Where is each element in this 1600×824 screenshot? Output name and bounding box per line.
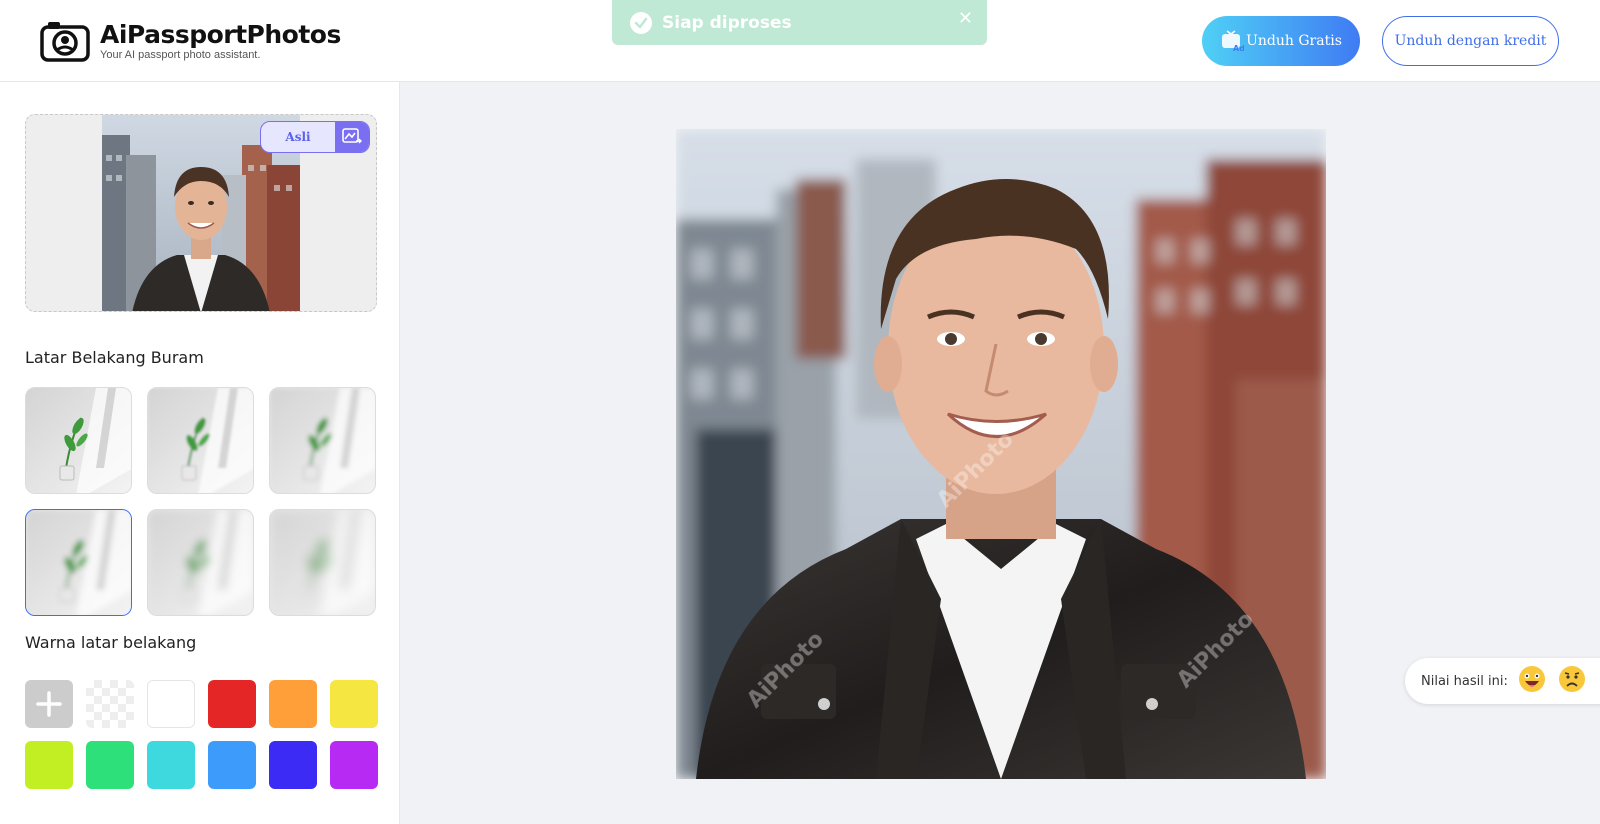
original-photo-box[interactable]: Asli	[25, 114, 377, 312]
original-toggle-label: Asli	[285, 130, 311, 144]
preview-image: AiPhoto AiPhoto AiPhoto	[676, 129, 1326, 779]
download-free-label: Unduh Gratis	[1246, 33, 1342, 49]
sad-face-icon[interactable]	[1558, 665, 1586, 697]
svg-text:Ad: Ad	[1233, 44, 1244, 53]
color-swatch[interactable]	[147, 741, 195, 789]
blur-option-6[interactable]	[269, 509, 376, 616]
rating-label: Nilai hasil ini:	[1421, 673, 1508, 689]
color-swatch[interactable]	[208, 680, 256, 728]
color-swatch[interactable]	[330, 680, 378, 728]
download-credit-button[interactable]: Unduh dengan kredit	[1382, 16, 1559, 66]
top-header: AiPassportPhotos Your AI passport photo …	[0, 0, 1600, 82]
check-circle-icon	[630, 11, 652, 34]
close-icon[interactable]: ✕	[958, 8, 973, 29]
blur-option-1[interactable]	[25, 387, 132, 494]
color-swatch[interactable]	[25, 741, 73, 789]
blur-option-2[interactable]	[147, 387, 254, 494]
brand-subtitle: Your AI passport photo assistant.	[100, 49, 261, 61]
toast-message: Siap diproses	[662, 12, 792, 33]
original-toggle[interactable]: Asli	[260, 121, 370, 153]
color-swatch[interactable]	[269, 741, 317, 789]
color-swatch[interactable]	[330, 741, 378, 789]
download-credit-label: Unduh dengan kredit	[1394, 33, 1547, 49]
status-toast: Siap diproses ✕	[612, 0, 987, 45]
color-section-title: Warna latar belakang	[25, 633, 197, 652]
color-swatch[interactable]	[269, 680, 317, 728]
ad-tv-icon: Ad	[1222, 30, 1244, 53]
happy-face-icon[interactable]	[1518, 665, 1546, 697]
color-swatch[interactable]	[86, 741, 134, 789]
blur-option-3[interactable]	[269, 387, 376, 494]
brand-title: AiPassportPhotos	[100, 20, 341, 49]
custom-color-plus-icon[interactable]	[25, 680, 73, 728]
compare-image-icon[interactable]	[335, 122, 369, 152]
sidebar: Asli Latar Belakang Buram Warna latar be…	[0, 82, 400, 824]
blur-option-5[interactable]	[147, 509, 254, 616]
blur-section-title: Latar Belakang Buram	[25, 348, 204, 367]
blur-option-4[interactable]	[25, 509, 132, 616]
download-free-button[interactable]: Ad Unduh Gratis	[1202, 16, 1360, 66]
camera-icon	[40, 22, 90, 62]
rating-widget: Nilai hasil ini:	[1405, 658, 1600, 704]
color-swatch-transparent[interactable]	[86, 680, 134, 728]
color-swatch[interactable]	[147, 680, 195, 728]
color-swatch[interactable]	[208, 741, 256, 789]
brand-logo[interactable]: AiPassportPhotos Your AI passport photo …	[40, 20, 341, 62]
